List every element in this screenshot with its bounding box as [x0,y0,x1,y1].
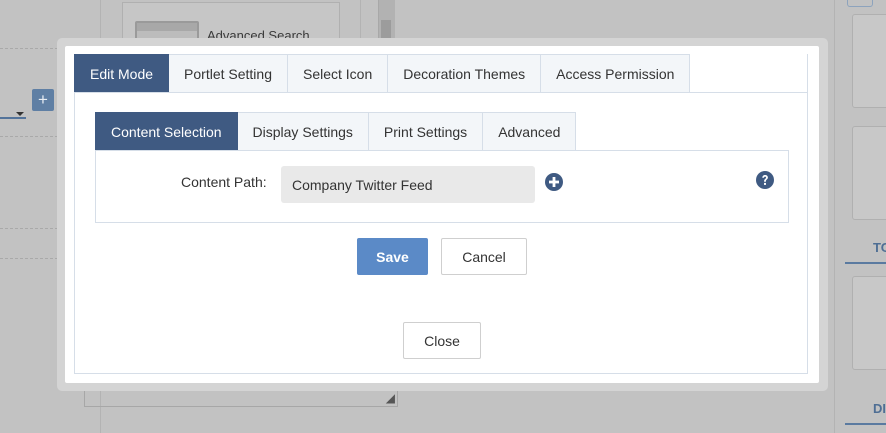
bg-right-tab-label: TO [873,240,886,255]
tab-decoration-themes[interactable]: Decoration Themes [388,54,542,92]
outer-tab-bar: Edit Mode Portlet Setting Select Icon De… [74,54,691,92]
bg-column-border [360,0,361,40]
bg-add-button: + [32,89,54,111]
plus-circle-icon[interactable] [545,173,563,191]
tab-display-settings[interactable]: Display Settings [237,112,369,150]
inner-tab-bar: Content Selection Display Settings Print… [95,112,577,150]
tab-portlet-setting[interactable]: Portlet Setting [169,54,288,92]
bg-right-tab-top [847,0,873,7]
bg-select-underline [0,117,26,119]
bg-right-tab-underline [845,423,886,425]
save-button[interactable]: Save [357,238,428,275]
bg-right-tab-label: DI [873,401,886,416]
bg-column-border [834,0,835,433]
question-circle-icon[interactable] [756,171,774,189]
bg-scrollbar-thumb [381,20,391,38]
tab-advanced[interactable]: Advanced [483,112,577,150]
bg-divider [0,48,58,49]
tab-print-settings[interactable]: Print Settings [368,112,484,150]
bg-divider [0,258,58,259]
resize-grip-icon: ◢ [385,391,395,405]
tab-edit-mode[interactable]: Edit Mode [74,54,170,92]
caret-down-icon [16,112,24,116]
bg-divider [0,228,58,229]
close-button[interactable]: Close [403,322,481,359]
bg-right-tab-underline [845,262,886,264]
bg-right-box [852,276,886,370]
bg-right-box [852,14,886,108]
tab-select-icon[interactable]: Select Icon [287,54,389,92]
tab-content-selection[interactable]: Content Selection [95,112,238,150]
content-path-label: Content Path: [181,174,267,190]
tab-access-permission[interactable]: Access Permission [541,54,691,92]
content-path-input[interactable] [281,166,535,203]
bg-divider [0,136,58,137]
edit-portlet-modal: Edit Mode Portlet Setting Select Icon De… [65,46,819,383]
bg-right-box [852,126,886,220]
cancel-button[interactable]: Cancel [441,238,527,275]
outer-tab-divider [74,92,808,93]
